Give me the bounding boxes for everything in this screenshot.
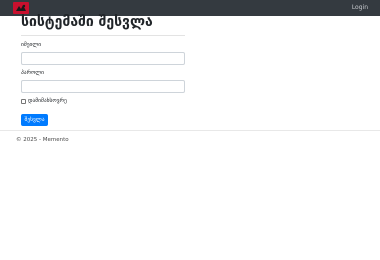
remember-me-row: დამიმახსოვრე (21, 97, 67, 105)
email-field[interactable] (21, 52, 185, 65)
remember-me-checkbox[interactable] (21, 98, 26, 104)
footer-copyright: © 2025 - Memento (16, 137, 69, 143)
remember-me-label[interactable]: დამიმახსოვრე (28, 97, 67, 105)
title-divider (21, 35, 185, 36)
email-label: იმეილი (21, 42, 42, 48)
page-title: სისტემაში შესვლა (21, 14, 153, 30)
nav-login-link[interactable]: Login (352, 3, 368, 13)
footer-divider (0, 130, 380, 131)
password-label: პაროლი (21, 70, 44, 76)
password-field[interactable] (21, 80, 185, 93)
login-submit-button[interactable]: შესვლა (21, 114, 48, 126)
